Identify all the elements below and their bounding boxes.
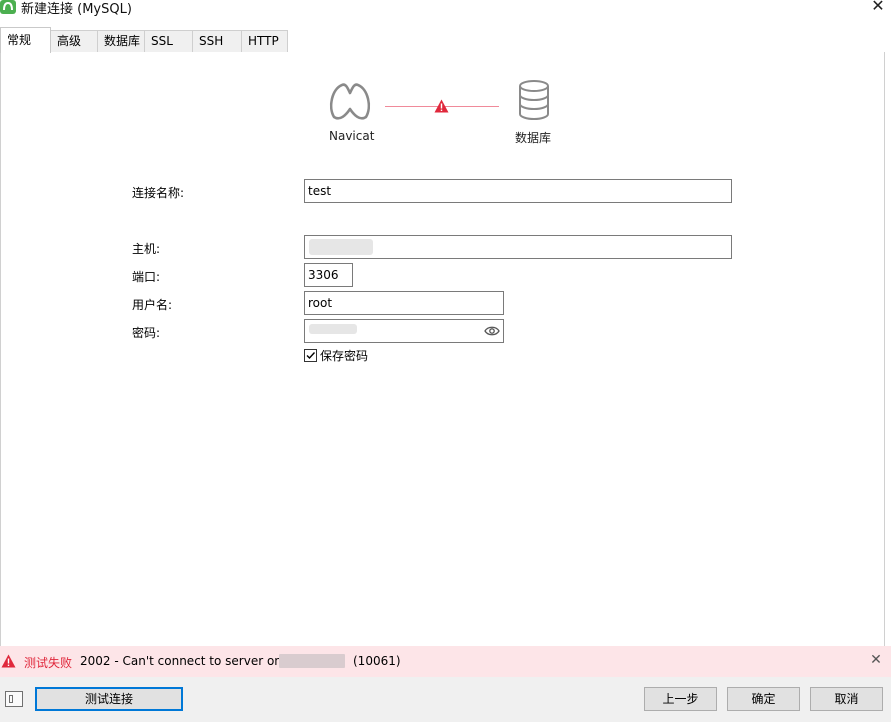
save-password-label: 保存密码 <box>320 349 369 363</box>
error-close-icon[interactable]: ✕ <box>869 653 883 667</box>
connection-name-label: 连接名称: <box>132 186 185 200</box>
redacted-host <box>309 239 373 255</box>
back-button[interactable]: 上一步 <box>644 687 717 711</box>
navicat-app-icon <box>0 0 16 14</box>
tab-http[interactable]: HTTP <box>241 30 288 52</box>
tab-general[interactable]: 常规 <box>0 27 51 53</box>
error-code: (10061) <box>353 654 401 668</box>
redacted-password <box>309 324 357 334</box>
error-message: 2002 - Can't connect to server on <box>80 654 282 668</box>
username-input[interactable]: root <box>304 291 504 315</box>
port-input[interactable]: 3306 <box>304 263 353 287</box>
password-input[interactable] <box>304 319 504 343</box>
general-panel <box>0 52 885 646</box>
database-label: 数据库 <box>515 131 552 145</box>
navicat-logo-icon <box>329 83 371 120</box>
checkmark-icon <box>306 352 316 360</box>
password-label: 密码: <box>132 326 161 340</box>
toggle-panel-icon[interactable] <box>5 691 23 707</box>
save-password-checkbox[interactable] <box>304 349 317 362</box>
host-label: 主机: <box>132 242 161 256</box>
tab-ssh[interactable]: SSH <box>192 30 242 52</box>
window-close-icon[interactable]: ✕ <box>868 0 888 16</box>
cancel-button[interactable]: 取消 <box>810 687 883 711</box>
window-title: 新建连接 (MySQL) <box>21 2 132 17</box>
tab-advanced[interactable]: 高级 <box>50 30 98 52</box>
database-icon <box>519 80 549 120</box>
connection-name-input[interactable]: test <box>304 179 732 203</box>
error-warning-icon <box>1 654 16 668</box>
title-bar: 新建连接 (MySQL) ✕ <box>0 0 891 22</box>
error-bar: 测试失败 2002 - Can't connect to server on (… <box>0 646 891 677</box>
redacted-server-address <box>279 654 345 668</box>
test-connection-button[interactable]: 测试连接 <box>35 687 183 711</box>
username-label: 用户名: <box>132 298 173 312</box>
warning-icon <box>434 99 449 113</box>
tab-ssl[interactable]: SSL <box>144 30 193 52</box>
host-input[interactable] <box>304 235 732 259</box>
tab-databases[interactable]: 数据库 <box>97 30 145 52</box>
error-title: 测试失败 <box>24 656 73 670</box>
ok-button[interactable]: 确定 <box>727 687 800 711</box>
show-password-eye-icon[interactable] <box>484 324 500 338</box>
navicat-label: Navicat <box>329 129 375 143</box>
port-label: 端口: <box>132 270 161 284</box>
